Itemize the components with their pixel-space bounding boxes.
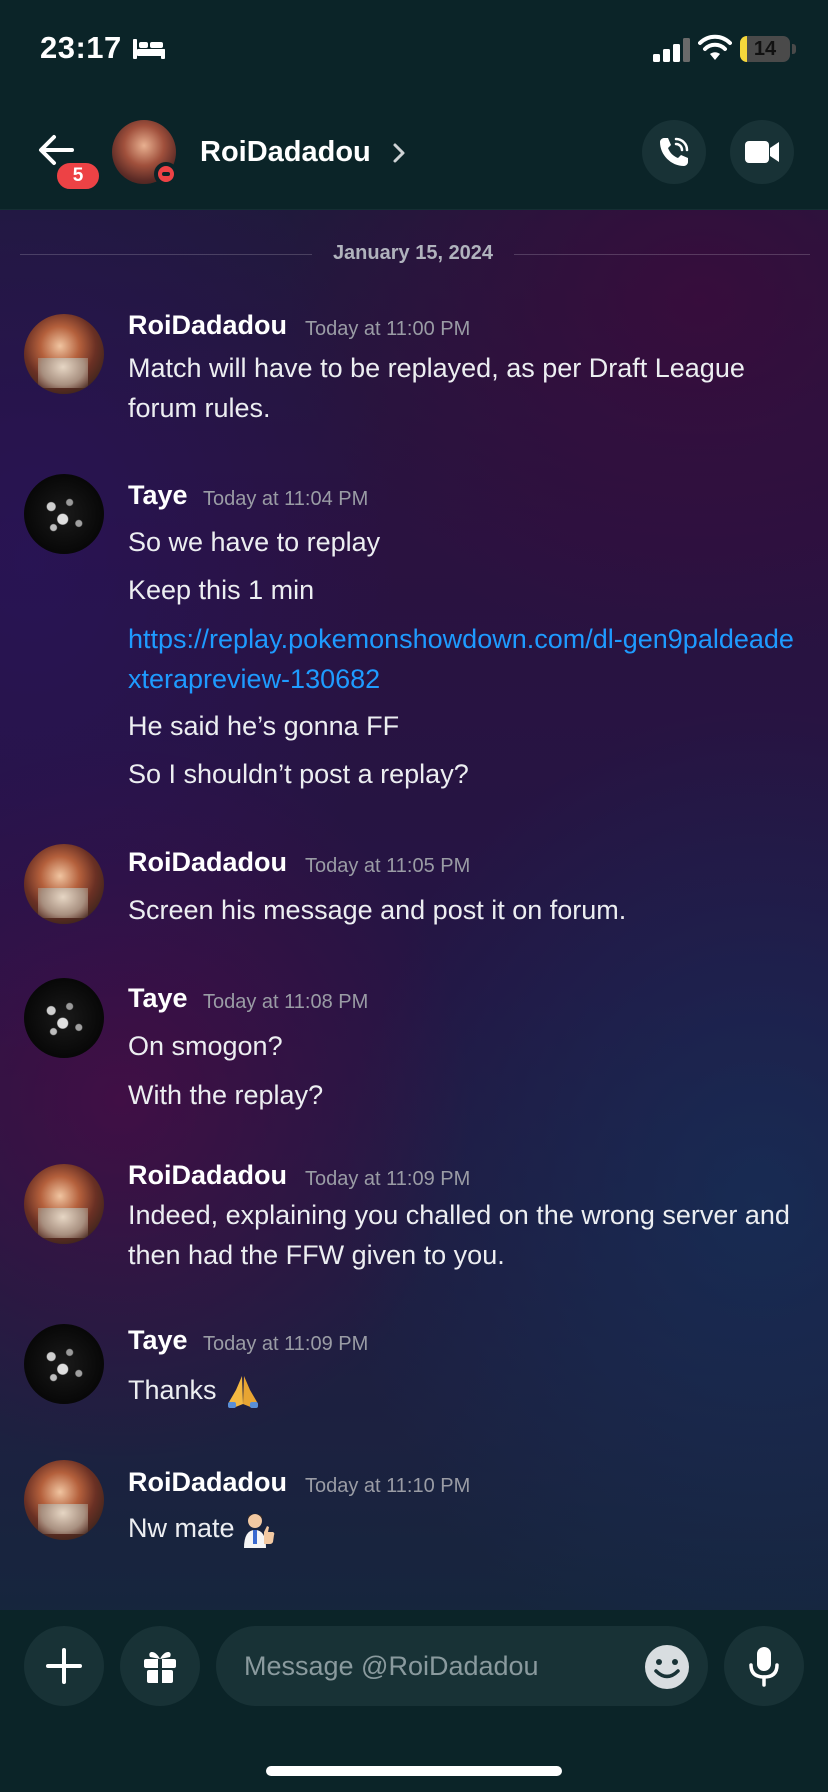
message-author[interactable]: Taye xyxy=(128,480,188,511)
message-text: So I shouldn’t post a replay? xyxy=(128,759,469,789)
gift-icon xyxy=(144,1652,176,1683)
message-text: Indeed, explaining you challed on the wr… xyxy=(128,1200,790,1270)
home-indicator[interactable] xyxy=(266,1766,562,1776)
battery-nub xyxy=(792,44,796,54)
message-text: Match will have to be replayed, as per D… xyxy=(128,353,745,423)
voice-message-button[interactable] xyxy=(724,1626,804,1706)
message-author[interactable]: RoiDadadou xyxy=(128,1160,287,1191)
message-input[interactable] xyxy=(216,1626,708,1706)
phone-call-icon xyxy=(660,137,689,166)
message-timestamp: Today at 11:09 PM xyxy=(203,1333,369,1355)
video-call-button[interactable] xyxy=(730,120,794,184)
message-timestamp: Today at 11:00 PM xyxy=(305,318,471,340)
battery-indicator: 14 xyxy=(740,36,790,62)
add-attachment-button[interactable] xyxy=(24,1626,104,1706)
chevron-right-icon[interactable] xyxy=(392,142,406,164)
video-camera-icon xyxy=(745,141,779,163)
message-text: He said he’s gonna FF xyxy=(128,711,400,741)
avatar[interactable] xyxy=(24,474,104,554)
gift-button[interactable] xyxy=(120,1626,200,1706)
cellular-signal-icon xyxy=(653,38,690,62)
message-text: Thanks xyxy=(128,1370,798,1410)
voice-call-button[interactable] xyxy=(642,120,706,184)
folded-hands-emoji xyxy=(228,1375,259,1408)
message-author[interactable]: Taye xyxy=(128,983,188,1014)
top-bar xyxy=(0,0,828,210)
divider-line xyxy=(20,254,312,255)
replay-link[interactable]: https://replay.pokemonshowdown.com/dl-ge… xyxy=(128,619,798,699)
message-timestamp: Today at 11:08 PM xyxy=(203,991,369,1013)
message-timestamp: Today at 11:04 PM xyxy=(203,488,369,510)
unread-badge: 5 xyxy=(54,160,102,192)
bed-icon xyxy=(133,39,165,59)
date-divider: January 15, 2024 xyxy=(20,242,810,266)
avatar[interactable] xyxy=(24,844,104,924)
avatar[interactable] xyxy=(24,1460,104,1540)
thumbs-up-person-emoji xyxy=(244,1513,275,1548)
battery-level-text: 14 xyxy=(753,38,777,60)
message-text: Screen his message and post it on forum. xyxy=(128,895,627,925)
avatar[interactable] xyxy=(24,314,104,394)
message-author[interactable]: RoiDadadou xyxy=(128,847,287,878)
microphone-icon xyxy=(749,1647,779,1687)
avatar[interactable] xyxy=(24,1164,104,1244)
message-text-content: Thanks xyxy=(128,1375,217,1405)
message-author[interactable]: RoiDadadou xyxy=(128,310,287,341)
message-text: So we have to replay xyxy=(128,527,381,557)
do-not-disturb-status-icon xyxy=(154,162,178,186)
message-text: With the replay? xyxy=(128,1080,324,1110)
message-author[interactable]: Taye xyxy=(128,1325,188,1356)
avatar[interactable] xyxy=(24,1324,104,1404)
message-text-content: Nw mate xyxy=(128,1513,235,1543)
wifi-icon xyxy=(698,34,732,60)
plus-icon xyxy=(46,1648,82,1684)
message-timestamp: Today at 11:09 PM xyxy=(305,1168,471,1190)
divider-line xyxy=(514,254,810,255)
avatar[interactable] xyxy=(24,978,104,1058)
message-timestamp: Today at 11:05 PM xyxy=(305,855,471,877)
message-text: Keep this 1 min xyxy=(128,575,315,605)
message-author[interactable]: RoiDadadou xyxy=(128,1467,287,1498)
message-text: On smogon? xyxy=(128,1031,283,1061)
date-divider-text: January 15, 2024 xyxy=(332,242,494,264)
emoji-smile-icon[interactable] xyxy=(644,1644,690,1690)
message-timestamp: Today at 11:10 PM xyxy=(305,1475,471,1497)
status-time: 23:17 xyxy=(40,30,122,65)
message-text: Nw mate xyxy=(128,1508,798,1548)
contact-name[interactable]: RoiDadadou xyxy=(200,136,371,169)
